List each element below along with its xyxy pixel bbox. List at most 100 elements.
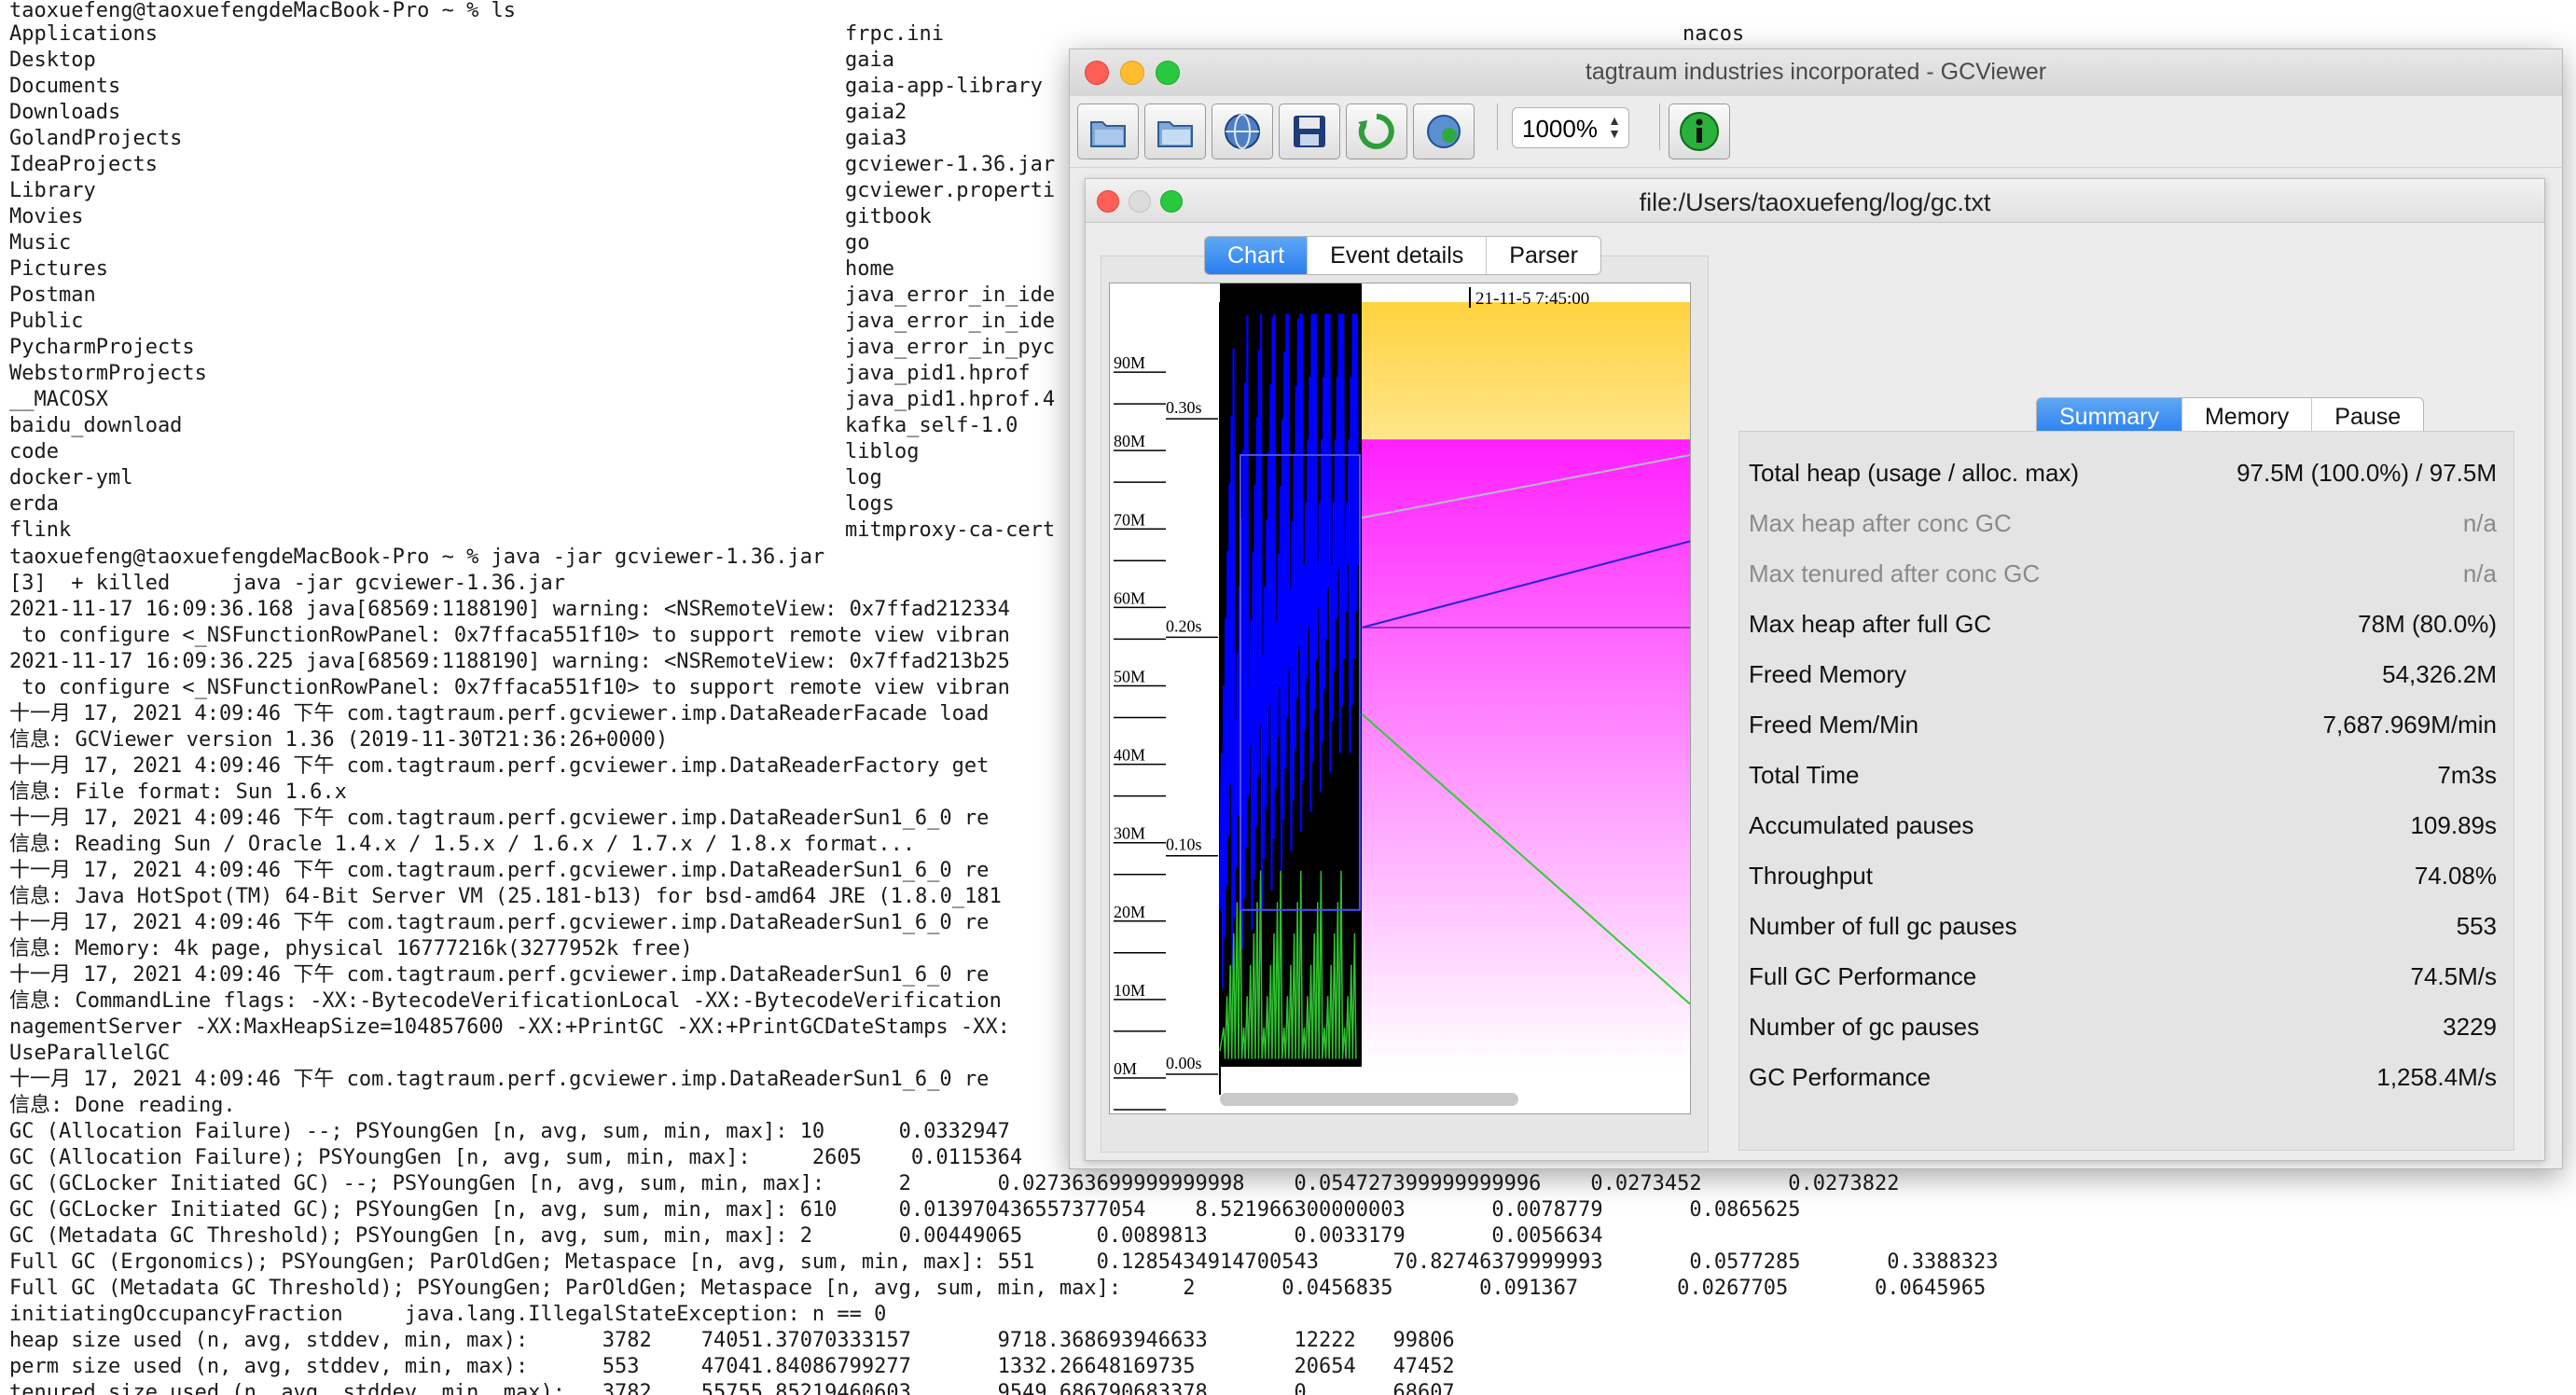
mem-tick-label: 20M (1114, 903, 1145, 921)
terminal-line: Full GC (Metadata GC Threshold); PSYoung… (9, 1277, 1987, 1300)
terminal-line: GC (Allocation Failure) --; PSYoungGen [… (9, 1120, 1010, 1143)
terminal-line: to configure <_NSFunctionRowPanel: 0x7ff… (9, 676, 1010, 699)
gc-chart[interactable]: 90M 80M 70M 60M 50M 40M 30M 20M 10M 0M 0.30s 0.20s 0… (1109, 283, 1691, 1114)
mem-tick-label: 0M (1114, 1059, 1137, 1078)
zoom-select[interactable]: 1000% ▲ ▼ (1512, 107, 1629, 148)
ls-item: gaia (845, 48, 894, 72)
pause-tick-label: 0.10s (1166, 836, 1202, 854)
ls-item: logs (845, 492, 894, 516)
terminal-line: 信息: Reading Sun / Oracle 1.4.x / 1.5.x /… (9, 833, 916, 856)
open-web-button[interactable] (1212, 104, 1273, 159)
summary-label: Total Time (1749, 760, 1860, 789)
ls-item: Music (9, 231, 72, 255)
window-titlebar[interactable]: tagtraum industries incorporated - GCVie… (1070, 49, 2562, 97)
summary-label: Throughput (1749, 861, 1873, 890)
ls-item: gcviewer.properti (845, 179, 1056, 202)
summary-row: Full GC Performance 74.5M/s (1747, 952, 2499, 1001)
gcviewer-window[interactable]: tagtraum industries incorporated - GCVie… (1069, 48, 2563, 1169)
info-button[interactable] (1669, 104, 1730, 159)
ls-item: baidu_download (9, 414, 183, 437)
summary-label: Total heap (usage / alloc. max) (1749, 458, 2080, 487)
document-titlebar[interactable]: file:/Users/taoxuefeng/log/gc.txt (1086, 179, 2544, 223)
terminal-line: 十一月 17, 2021 4:09:46 下午 com.tagtraum.per… (9, 911, 990, 934)
pause-tick-label: 0.00s (1166, 1054, 1202, 1072)
terminal-line: 十一月 17, 2021 4:09:46 下午 com.tagtraum.per… (9, 702, 990, 725)
horizontal-scrollbar[interactable] (1220, 1093, 1518, 1106)
zoom-value: 1000% (1522, 115, 1598, 143)
ls-item: gaia3 (845, 127, 907, 150)
ls-item: java_error_in_ide (845, 283, 1056, 307)
terminal-line: taoxuefeng@taoxuefengdeMacBook-Pro ~ % j… (9, 546, 825, 569)
mem-tick-label: 80M (1114, 432, 1145, 450)
summary-label: Accumulated pauses (1749, 810, 1974, 839)
terminal-line: 2021-11-17 16:09:36.168 java[68569:11881… (9, 598, 1010, 621)
watch-button[interactable] (1413, 104, 1475, 159)
summary-value: n/a (2462, 559, 2497, 587)
summary-label: Number of full gc pauses (1749, 911, 2017, 940)
ls-item: Downloads (9, 101, 121, 124)
ls-item: go (845, 231, 870, 255)
terminal-line: UseParallelGC (9, 1042, 171, 1065)
ls-item: home (845, 257, 894, 281)
summary-value: n/a (2462, 508, 2497, 537)
tab-chart[interactable]: Chart (1205, 237, 1309, 274)
summary-row: Freed Mem/Min 7,687.969M/min (1747, 700, 2499, 749)
ls-item: Postman (9, 283, 96, 307)
summary-row: Accumulated pauses 109.89s (1747, 801, 2499, 849)
gc-chart-svg: 90M 80M 70M 60M 50M 40M 30M 20M 10M 0M 0.30s 0.20s 0… (1114, 283, 1690, 1111)
ls-item: frpc.ini (845, 22, 944, 46)
tab-memory[interactable]: Memory (2182, 398, 2313, 435)
summary-label: Max tenured after conc GC (1749, 559, 2041, 587)
ls-item: Movies (9, 205, 84, 228)
document-frame[interactable]: file:/Users/taoxuefeng/log/gc.txt Chart … (1085, 178, 2545, 1161)
tab-event-details[interactable]: Event details (1308, 237, 1488, 274)
ls-item: gaia-app-library (845, 75, 1043, 98)
summary-label: Number of gc pauses (1749, 1012, 1980, 1041)
refresh-button[interactable] (1346, 104, 1407, 159)
summary-value: 7,687.969M/min (2322, 710, 2497, 739)
watch-icon (1427, 115, 1461, 148)
mem-tick-label: 40M (1114, 746, 1145, 765)
ls-item: erda (9, 492, 59, 516)
open-url-icon (1157, 121, 1193, 147)
chevron-updown-icon[interactable]: ▲ ▼ (1608, 114, 1621, 140)
pause-tick-label: 0.20s (1166, 616, 1202, 635)
open-file-button[interactable] (1077, 104, 1139, 159)
summary-label: Freed Memory (1749, 659, 1907, 688)
terminal-line: 信息: CommandLine flags: -XX:-BytecodeVeri… (9, 989, 1002, 1013)
terminal-line: GC (Allocation Failure); PSYoungGen [n, … (9, 1146, 1023, 1169)
terminal-line: GC (Metadata GC Threshold); PSYoungGen [… (9, 1224, 1603, 1248)
ls-item: kafka_self-1.0 (845, 414, 1018, 437)
chart-panel: Chart Event details Parser 90M 80M 70M 60M 5… (1101, 236, 1709, 1153)
summary-value: 78M (80.0%) (2358, 609, 2497, 638)
terminal-prompt-ls: taoxuefeng@taoxuefengdeMacBook-Pro ~ % l… (9, 0, 517, 22)
summary-row: Throughput 74.08% (1747, 851, 2499, 900)
ls-item: WebstormProjects (9, 362, 207, 385)
terminal-line: GC (GCLocker Initiated GC) --; PSYoungGe… (9, 1172, 1900, 1195)
ls-item: java_pid1.hprof.4 (845, 388, 1056, 411)
terminal-line: 十一月 17, 2021 4:09:46 下午 com.tagtraum.per… (9, 807, 990, 830)
ls-item: code (9, 440, 59, 463)
tab-parser[interactable]: Parser (1487, 237, 1600, 274)
tab-summary[interactable]: Summary (2037, 398, 2182, 435)
ls-item: Desktop (9, 48, 96, 72)
ls-item: liblog (845, 440, 920, 463)
mem-tick-label: 60M (1114, 588, 1145, 607)
terminal-line: 信息: Done reading. (9, 1094, 236, 1117)
summary-value: 1,258.4M/s (2376, 1062, 2497, 1091)
save-button[interactable] (1279, 104, 1340, 159)
summary-value: 553 (2456, 911, 2497, 940)
summary-value: 97.5M (100.0%) / 97.5M (2237, 458, 2497, 487)
terminal-line: 信息: File format: Sun 1.6.x (9, 780, 347, 804)
open-url-button[interactable] (1144, 104, 1206, 159)
ls-item: log (845, 466, 882, 490)
summary-row: Total Time 7m3s (1747, 751, 2499, 799)
terminal-line: GC (GCLocker Initiated GC); PSYoungGen [… (9, 1198, 1801, 1222)
ls-item: gitbook (845, 205, 932, 228)
save-icon (1294, 116, 1325, 147)
summary-row: Max tenured after conc GC n/a (1747, 549, 2499, 598)
ls-item: GolandProjects (9, 127, 183, 150)
ls-column-3-item: nacos (1683, 22, 1745, 46)
toolbar-separator (1497, 104, 1498, 150)
tab-pause[interactable]: Pause (2312, 398, 2423, 435)
